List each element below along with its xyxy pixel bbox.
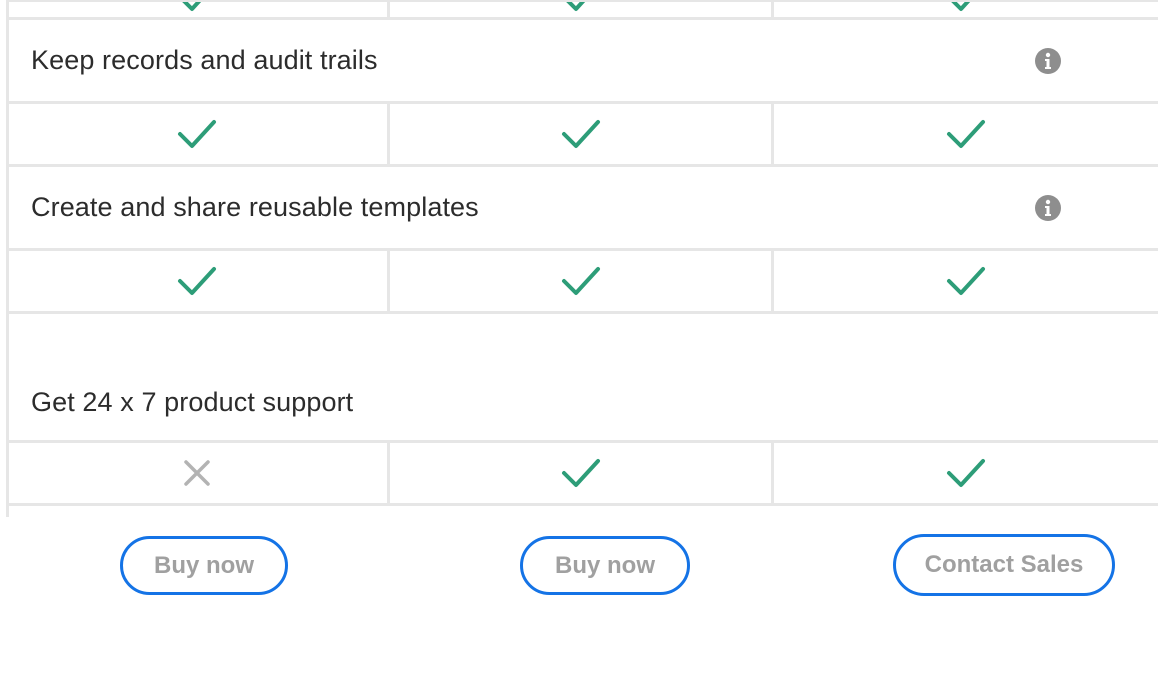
mark-cell [390, 104, 774, 164]
feature-label: Keep records and audit trails [31, 45, 378, 75]
mark-cell [6, 2, 390, 17]
mark-cell [6, 104, 390, 164]
mark-cell [390, 443, 774, 503]
checkmark-icon [561, 267, 600, 295]
mark-cell [6, 251, 390, 311]
mark-cell [774, 2, 1158, 17]
checkmark-icon [947, 267, 985, 295]
cross-icon [183, 460, 210, 486]
feature-row: Get 24 x 7 product support [6, 314, 1158, 443]
contact-sales-button[interactable]: Contact Sales [893, 534, 1115, 596]
checkmark-icon [177, 120, 216, 148]
feature-label: Get 24 x 7 product support [31, 387, 354, 417]
mark-cell [390, 251, 774, 311]
mark-cell [390, 2, 774, 17]
buy-now-button-plan1[interactable]: Buy now [120, 536, 288, 595]
info-icon[interactable] [1034, 194, 1062, 222]
feature-label: Create and share reusable templates [31, 192, 479, 222]
checkmark-icon [951, 2, 970, 11]
checkmark-icon [947, 120, 985, 148]
mark-cell [774, 443, 1158, 503]
checkmark-icon [561, 120, 600, 148]
info-icon[interactable] [1034, 47, 1062, 75]
checkmark-icon [561, 459, 600, 487]
checkmark-icon [182, 2, 201, 11]
buy-now-button-plan2[interactable]: Buy now [520, 536, 690, 595]
feature-row: Create and share reusable templates [6, 167, 1158, 251]
mark-cell [774, 251, 1158, 311]
mark-row-partial [6, 0, 1158, 20]
mark-row [6, 104, 1158, 167]
feature-row: Keep records and audit trails [6, 20, 1158, 104]
comparison-table: Keep records and audit trails Create and… [6, 0, 1158, 506]
checkmark-icon [566, 2, 585, 11]
mark-row [6, 251, 1158, 314]
mark-cell [6, 443, 390, 503]
checkmark-icon [177, 267, 216, 295]
mark-row [6, 443, 1158, 506]
checkmark-icon [947, 459, 985, 487]
plan-buttons: Buy now Buy now Contact Sales [0, 534, 1158, 596]
mark-cell [774, 104, 1158, 164]
